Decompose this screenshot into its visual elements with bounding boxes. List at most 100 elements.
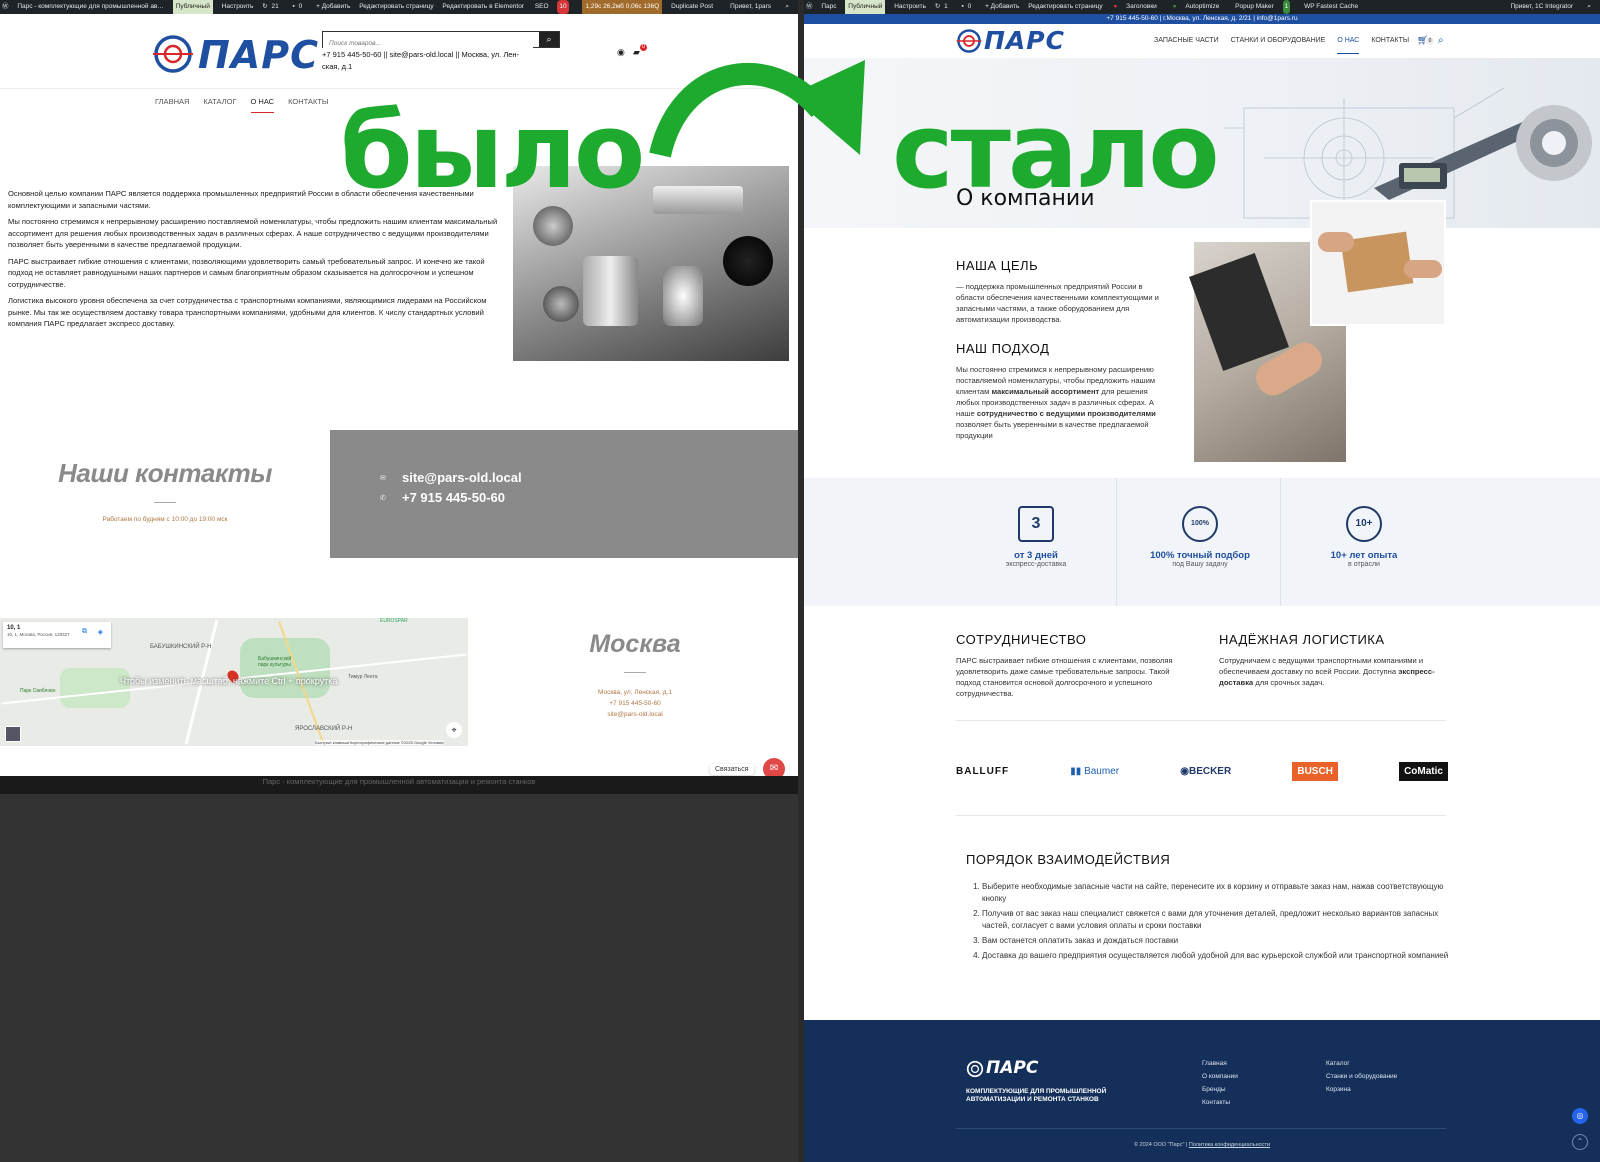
- search-button-icon[interactable]: ⌕: [539, 32, 559, 47]
- contacts-panel: ✉ site@pars-old.local ✆ +7 915 445-50-60: [330, 430, 798, 558]
- admin-bar-add-new[interactable]: + Добавить: [316, 0, 350, 14]
- open-in-maps-icon[interactable]: ⧉: [82, 628, 87, 636]
- account-icon[interactable]: ◉: [617, 47, 625, 58]
- city-phone[interactable]: +7 915 445-50-60: [555, 698, 715, 709]
- footer-link[interactable]: Главная: [1202, 1060, 1238, 1067]
- admin-bar-comments[interactable]: ▪ 0: [962, 0, 977, 14]
- logo-text: ПАРС: [984, 26, 1065, 55]
- goal-section: НАША ЦЕЛЬ — поддержка промышленных предп…: [956, 258, 1171, 325]
- cart-icon[interactable]: ▰: [633, 47, 640, 58]
- admin-bar-updates[interactable]: ↻ 1: [935, 0, 953, 14]
- brand-logo-becker[interactable]: ◉BECKER: [1180, 766, 1231, 777]
- chat-widget-icon[interactable]: ◎: [1572, 1108, 1588, 1124]
- admin-bar-greeting[interactable]: Привет, 1C Integrator: [1510, 0, 1573, 14]
- admin-bar-popup-maker[interactable]: Popup Maker 1: [1233, 0, 1295, 14]
- contact-email[interactable]: site@pars-old.local: [402, 470, 522, 485]
- footer-link[interactable]: Контакты: [1202, 1099, 1238, 1106]
- stat-title: 10+ лет опыта: [1330, 550, 1398, 561]
- cooperation-title: СОТРУДНИЧЕСТВО: [956, 632, 1087, 647]
- wp-logo-icon[interactable]: Ⓦ: [806, 0, 813, 14]
- section-divider: [956, 720, 1446, 721]
- admin-bar-add-new[interactable]: + Добавить: [985, 0, 1019, 14]
- admin-bar-fastest-cache[interactable]: WP Fastest Cache: [1304, 0, 1358, 14]
- privacy-policy-link[interactable]: Политика конфиденциальности: [1189, 1142, 1270, 1148]
- map-label: EUROSPAR: [380, 618, 408, 624]
- nav-contacts[interactable]: КОНТАКТЫ: [288, 97, 328, 113]
- footer-link[interactable]: Корзина: [1326, 1086, 1397, 1093]
- admin-bar-comments[interactable]: ▪ 0: [293, 0, 308, 14]
- search-icon[interactable]: ⌕: [1587, 0, 1591, 14]
- nav-about[interactable]: О НАС: [1337, 37, 1360, 54]
- locate-icon[interactable]: ⌖: [446, 722, 462, 738]
- approach-title: НАШ ПОДХОД: [956, 341, 1050, 356]
- search-bar[interactable]: ⌕: [322, 31, 560, 51]
- admin-bar-greeting[interactable]: Привет, 1pars: [730, 0, 771, 14]
- brand-logo-baumer[interactable]: ▮▮ Baumer: [1070, 766, 1119, 777]
- map-layers-thumb[interactable]: [5, 726, 21, 742]
- admin-bar-customize[interactable]: Настроить: [222, 0, 254, 14]
- admin-bar-duplicate-post[interactable]: Duplicate Post: [671, 0, 713, 14]
- search-icon[interactable]: ⌕: [1438, 35, 1444, 46]
- footer-logo-text: ПАРС: [986, 1058, 1039, 1078]
- nav-spare-parts[interactable]: ЗАПАСНЫЕ ЧАСТИ: [1154, 37, 1219, 54]
- stat-title: от 3 дней: [1014, 550, 1058, 561]
- nav-home[interactable]: ГЛАВНАЯ: [155, 97, 189, 113]
- google-map[interactable]: 10, 1 10, 1, Москва, Россия, 129327 ⧉ ◈ …: [0, 618, 468, 746]
- working-hours: Работаем по будням с 10:00 до 19:00 мск: [102, 516, 228, 523]
- email-icon: ✉: [380, 475, 386, 482]
- stat-subtitle: экспресс-доставка: [1005, 561, 1067, 568]
- curved-arrow-icon: [649, 60, 865, 158]
- city-email[interactable]: site@pars-old.local: [555, 709, 715, 720]
- box-delivery-photo: [1310, 200, 1446, 326]
- admin-bar-edit-page[interactable]: Редактировать страницу: [1028, 0, 1102, 14]
- wp-admin-bar: Ⓦ Парс - комплектующие для промышленной …: [0, 0, 798, 14]
- map-info-card: 10, 1 10, 1, Москва, Россия, 129327 ⧉ ◈: [3, 622, 111, 648]
- brand-logo-comatic[interactable]: CoMatic: [1399, 761, 1448, 781]
- scroll-top-icon[interactable]: ⌃: [1572, 1134, 1588, 1150]
- wp-logo-icon[interactable]: Ⓦ: [2, 0, 9, 14]
- title-underline: [624, 672, 646, 673]
- after-label: стало: [892, 90, 1220, 212]
- site-logo[interactable]: ПАРС: [956, 27, 1066, 57]
- nav-machines[interactable]: СТАНКИ И ОБОРУДОВАНИЕ: [1231, 37, 1326, 54]
- map-label: ЯРОСЛАВСКИЙ Р-Н: [295, 726, 353, 732]
- brand-logo-balluff[interactable]: BALLUFF: [956, 766, 1009, 777]
- nav-catalog[interactable]: КАТАЛОГ: [203, 97, 236, 113]
- admin-bar-autoptimize[interactable]: ● Autoptimize: [1171, 0, 1225, 14]
- process-step: Вам останется оплатить заказ и дождаться…: [982, 935, 1451, 947]
- admin-bar-updates[interactable]: ↻ 21: [262, 0, 284, 14]
- admin-bar-site-name[interactable]: Парс: [821, 0, 836, 14]
- process-steps: Выберите необходимые запасные части на с…: [966, 881, 1451, 962]
- directions-icon[interactable]: ◈: [98, 628, 103, 636]
- site-logo[interactable]: ПАРС: [152, 33, 318, 77]
- admin-bar-edit-page[interactable]: Редактировать страницу: [359, 0, 433, 14]
- admin-bar-seo[interactable]: SEO 10: [533, 0, 574, 14]
- admin-bar-query-monitor[interactable]: 1,29с 26,2мб 0,06с 136Q: [582, 0, 663, 14]
- map-label: Парк Свиблово: [20, 688, 56, 694]
- stat-title: 100% точный подбор: [1150, 550, 1250, 561]
- search-icon[interactable]: ⌕: [785, 0, 789, 14]
- main-nav: ЗАПАСНЫЕ ЧАСТИ СТАНКИ И ОБОРУДОВАНИЕ О Н…: [1154, 37, 1409, 54]
- footer-link[interactable]: Каталог: [1326, 1060, 1397, 1067]
- nav-about[interactable]: О НАС: [250, 97, 275, 113]
- nav-contacts[interactable]: КОНТАКТЫ: [1371, 37, 1409, 54]
- footer-link[interactable]: Бренды: [1202, 1086, 1238, 1093]
- admin-bar-edit-elementor[interactable]: Редактировать в Elementor: [442, 0, 524, 14]
- logistics-title: НАДЁЖНАЯ ЛОГИСТИКА: [1219, 632, 1385, 647]
- cooperation-section: СОТРУДНИЧЕСТВО ПАРС выстраивает гибкие о…: [956, 632, 1196, 699]
- logo-emblem-icon: [153, 35, 193, 73]
- chat-label[interactable]: Связаться: [710, 764, 754, 775]
- footer-link[interactable]: О компании: [1202, 1073, 1238, 1080]
- header-contacts: +7 915 445-50-60 || site@pars-old.local …: [322, 50, 520, 71]
- contact-phone[interactable]: +7 915 445-50-60: [402, 490, 505, 505]
- admin-bar-customize[interactable]: Настроить: [894, 0, 926, 14]
- title-underline: [154, 502, 176, 503]
- admin-bar-headings[interactable]: ● Заголовки: [1111, 0, 1161, 14]
- admin-bar-public-badge: Публичный: [845, 0, 886, 14]
- stat-item: 3 от 3 дней экспресс-доставка: [956, 506, 1116, 568]
- map-label: Тимур Лента: [348, 674, 378, 680]
- brand-logo-busch[interactable]: BUSCH: [1292, 761, 1338, 781]
- admin-bar-site-name[interactable]: Парс - комплектующие для промышленной ав…: [17, 0, 164, 14]
- footer-link[interactable]: Станки и оборудование: [1326, 1073, 1397, 1080]
- footer-logo[interactable]: ПАРС: [966, 1058, 1046, 1082]
